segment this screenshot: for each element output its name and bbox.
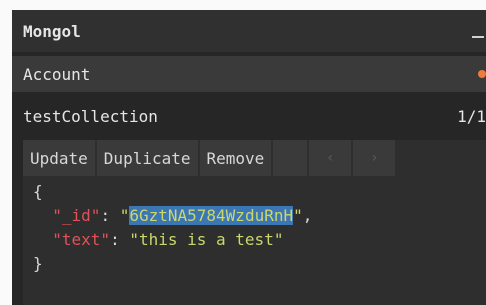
toolbar-spacer [273,140,308,176]
remove-button[interactable]: Remove [199,140,272,176]
app-title: Mongol [23,21,81,41]
selected-id-value[interactable]: 6GztNA5784WzduRnH [129,206,294,225]
minimize-icon[interactable] [472,24,484,38]
connection-name: Account [23,64,91,84]
panel-header[interactable]: Mongol [12,10,486,52]
document-viewer: Update Duplicate Remove ‹ › { "_id": "6G… [23,140,486,305]
chevron-left-icon[interactable]: ‹ [309,140,352,176]
status-dot-icon [478,70,486,78]
collection-row[interactable]: testCollection 1/1 [12,96,486,136]
duplicate-button[interactable]: Duplicate [96,140,198,176]
field-key: "_id" [52,206,101,225]
document-json[interactable]: { "_id": "6GztNA5784WzduRnH", "text": "t… [33,180,312,276]
field-value[interactable]: "this is a test" [129,230,283,249]
connection-row[interactable]: Account [12,56,486,92]
document-pager: 1/1 [457,107,486,126]
collection-name: testCollection [23,106,158,126]
chevron-right-icon[interactable]: › [353,140,396,176]
document-toolbar: Update Duplicate Remove ‹ › [23,140,486,176]
close-brace: } [33,254,43,273]
open-brace: { [33,182,43,201]
update-button[interactable]: Update [23,140,95,176]
field-key: "text" [52,230,111,249]
mongol-panel: Mongol Account testCollection 1/1 Update… [12,10,486,305]
